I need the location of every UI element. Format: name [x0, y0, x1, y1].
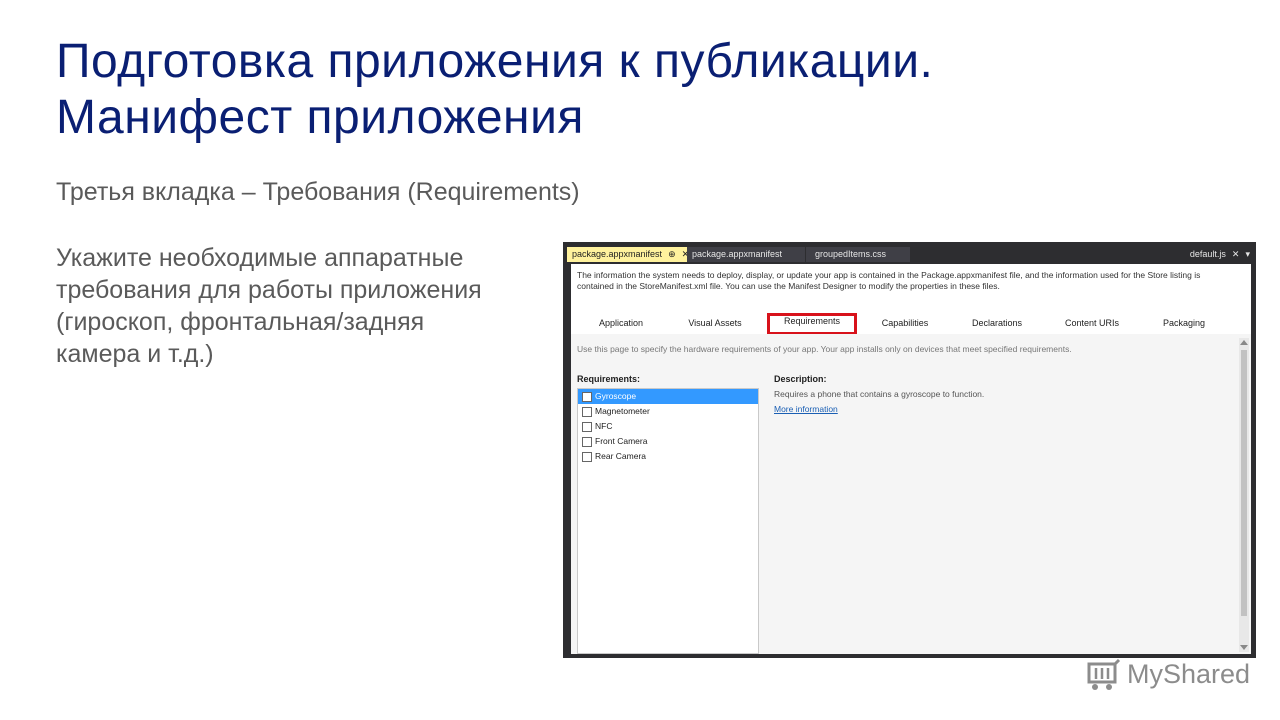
manifest-designer: The information the system needs to depl… [571, 264, 1251, 654]
requirement-label: Gyroscope [595, 391, 637, 401]
slide-title-line1: Подготовка приложения к публикации. [56, 35, 934, 88]
requirements-panel: Use this page to specify the hardware re… [571, 334, 1251, 654]
requirement-label: Magnetometer [595, 406, 650, 416]
pin-icon[interactable]: ⊕ [668, 249, 676, 259]
tab-label: package.appxmanifest [572, 249, 663, 259]
body-line: камера и т.д.) [56, 340, 214, 368]
scroll-up-icon[interactable] [1240, 340, 1248, 345]
body-line: (гироскоп, фронтальная/задняя [56, 308, 425, 336]
requirement-label: NFC [595, 421, 613, 431]
checkbox[interactable] [582, 407, 592, 417]
body-line: Укажите необходимые аппаратные [56, 244, 464, 272]
info-line2: contained in the StoreManifest.xml file.… [577, 281, 1000, 291]
tab-requirements[interactable]: Requirements [767, 313, 857, 335]
tab-label: groupedItems.css [815, 249, 887, 259]
chevron-down-icon[interactable]: ▾ [1245, 249, 1250, 259]
tab-capabilities[interactable]: Capabilities [861, 315, 949, 331]
body-line: требования для работы приложения [56, 276, 482, 304]
requirement-magnetometer[interactable]: Magnetometer [578, 404, 758, 419]
scroll-thumb[interactable] [1241, 350, 1247, 616]
tab-content-uris[interactable]: Content URIs [1045, 315, 1139, 331]
document-tab-bar: package.appxmanifest ⊕ ✕ package.appxmanif… [563, 242, 1256, 262]
requirement-rear-camera[interactable]: Rear Camera [578, 449, 758, 464]
checkbox[interactable] [582, 437, 592, 447]
checkbox[interactable] [582, 422, 592, 432]
requirements-list[interactable]: Gyroscope Magnetometer NFC Front Camera … [577, 388, 759, 654]
vertical-scrollbar[interactable] [1239, 338, 1249, 652]
requirement-label: Front Camera [595, 436, 648, 446]
requirement-gyroscope[interactable]: Gyroscope [578, 389, 758, 404]
description-label: Description: [774, 374, 827, 384]
slide-title-line2: Манифест приложения [56, 91, 584, 144]
cart-logo-icon [1087, 658, 1121, 690]
tab-package-appxmanifest[interactable]: package.appxmanifest [687, 247, 805, 262]
slide-body: Укажите необходимые аппаратные требовани… [56, 242, 536, 370]
scroll-down-icon[interactable] [1240, 645, 1248, 650]
requirement-front-camera[interactable]: Front Camera [578, 434, 758, 449]
requirements-hint: Use this page to specify the hardware re… [577, 344, 1072, 354]
close-icon[interactable]: ✕ [1232, 249, 1240, 259]
checkbox[interactable] [582, 452, 592, 462]
tab-label: package.appxmanifest [692, 249, 783, 259]
tab-groupeditems-css[interactable]: groupedItems.css [806, 247, 910, 262]
watermark-text: MyShared [1127, 659, 1251, 689]
tab-default-js[interactable]: default.js [1190, 249, 1226, 259]
description-text: Requires a phone that contains a gyrosco… [774, 389, 985, 399]
requirements-label: Requirements: [577, 374, 641, 384]
slide-subtitle: Третья вкладка – Требования (Requirement… [56, 178, 580, 206]
tab-application[interactable]: Application [575, 315, 667, 331]
info-banner: The information the system needs to depl… [571, 264, 1251, 310]
manifest-tabs: Application Visual Assets Requirements C… [571, 310, 1251, 335]
visual-studio-window: package.appxmanifest ⊕ ✕ package.appxmanif… [563, 242, 1256, 658]
requirement-nfc[interactable]: NFC [578, 419, 758, 434]
slide-title: Подготовка приложения к публикации. Мани… [56, 34, 1236, 146]
tab-package-appxmanifest-active[interactable]: package.appxmanifest ⊕ ✕ [567, 247, 689, 262]
info-line1: The information the system needs to depl… [577, 270, 1201, 280]
tab-visual-assets[interactable]: Visual Assets [667, 315, 763, 331]
tab-packaging[interactable]: Packaging [1139, 315, 1229, 331]
requirement-label: Rear Camera [595, 451, 647, 461]
tab-right-area: default.js ✕ ▾ [1184, 247, 1250, 262]
myshared-watermark: MyShared [1087, 656, 1257, 696]
checkbox[interactable] [582, 392, 592, 402]
tab-declarations[interactable]: Declarations [951, 315, 1043, 331]
more-information-link[interactable]: More information [774, 404, 838, 414]
